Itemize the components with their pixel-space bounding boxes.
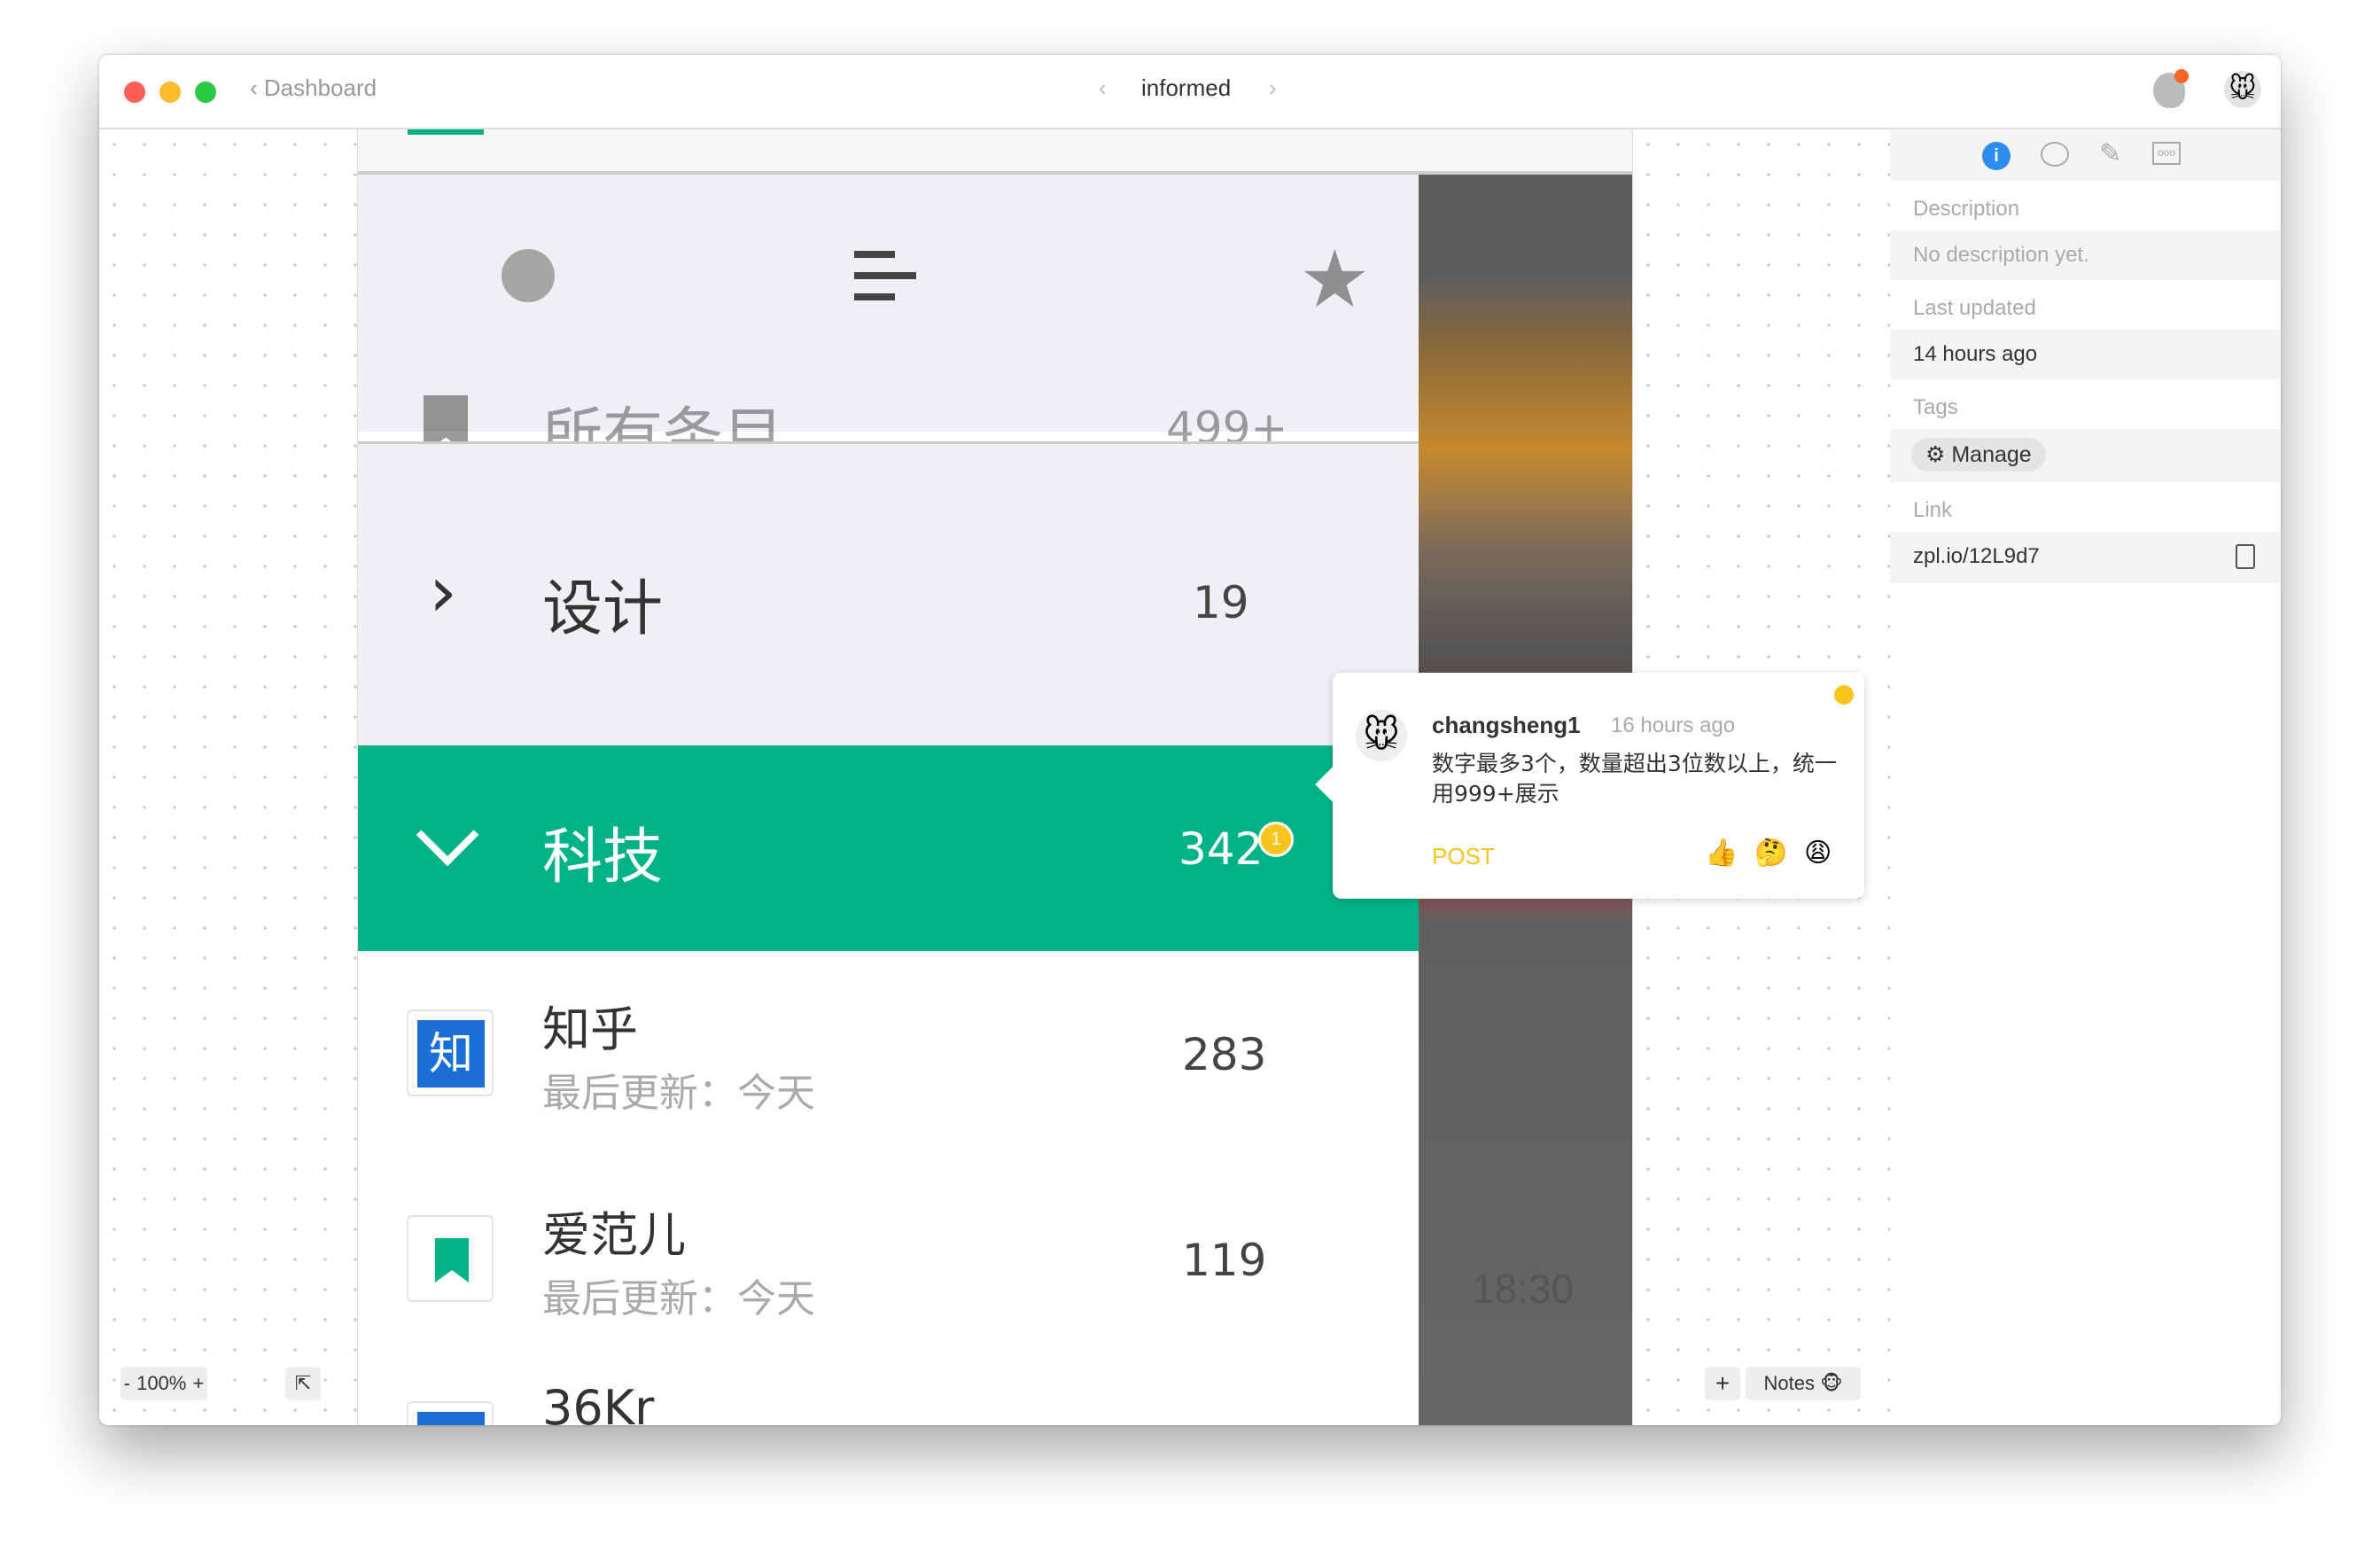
zoom-in-button[interactable]: + bbox=[193, 1367, 205, 1400]
comment-icon[interactable]: ooo bbox=[2152, 142, 2181, 165]
updated-label: Last updated bbox=[1913, 296, 2036, 320]
feed-subtitle: 最后更新：今天 bbox=[542, 1071, 815, 1116]
zoom-control: - 100% + bbox=[121, 1367, 207, 1400]
notes-button[interactable]: Notes 🐵 bbox=[1746, 1367, 1861, 1400]
gear-icon: ⚙ bbox=[1925, 442, 1952, 467]
row-count: 19 bbox=[1193, 577, 1249, 628]
zhihu-logo: 知 bbox=[407, 1010, 494, 1096]
image-time: 18:30 bbox=[1472, 1266, 1575, 1312]
canvas-left bbox=[99, 129, 357, 1425]
feed-subtitle: 最后更新：今天 bbox=[542, 1276, 815, 1321]
thinking-reaction[interactable]: 🤔 bbox=[1754, 838, 1787, 869]
post-button[interactable]: POST bbox=[1432, 843, 1495, 870]
active-tab-indicator bbox=[408, 129, 484, 135]
notification-dot bbox=[2174, 69, 2189, 83]
menu-icon[interactable] bbox=[854, 251, 916, 304]
knife-icon[interactable]: ✎ bbox=[2099, 138, 2121, 169]
description-label: Description bbox=[1913, 197, 2020, 221]
bookmark-logo bbox=[407, 1215, 494, 1302]
row-label: 科技 bbox=[542, 822, 664, 893]
tags-label: Tags bbox=[1913, 395, 1958, 419]
comment-author: changsheng1 bbox=[1432, 712, 1581, 738]
zoom-out-button[interactable]: - bbox=[124, 1367, 130, 1400]
next-screen-button[interactable]: › bbox=[1269, 74, 1277, 102]
comment-time: 16 hours ago bbox=[1611, 713, 1736, 737]
inspector-panel: i ✎ ooo Description No description yet. … bbox=[1890, 129, 2281, 1425]
drawer-row-design[interactable]: › 设计 19 bbox=[358, 444, 1419, 745]
36kr-logo: Kr bbox=[407, 1401, 494, 1425]
info-icon[interactable]: i bbox=[1982, 142, 2011, 170]
screen-title: informed bbox=[1141, 74, 1232, 101]
top-strip bbox=[358, 129, 1632, 175]
thumbs-up-reaction[interactable]: 👍 bbox=[1705, 838, 1738, 869]
row-count: 342 bbox=[1178, 823, 1264, 875]
maximize-button[interactable] bbox=[195, 82, 216, 103]
minimize-button[interactable] bbox=[159, 82, 181, 103]
feed-name: 36Kr bbox=[542, 1380, 655, 1425]
link-value[interactable]: zpl.io/12L9d7 bbox=[1913, 544, 2040, 568]
row-label: 设计 bbox=[542, 574, 664, 644]
weary-reaction[interactable]: 😩 bbox=[1804, 838, 1832, 869]
feed-count: 26 bbox=[1191, 1419, 1248, 1425]
chevron-down-icon bbox=[416, 803, 479, 867]
manage-tags-button[interactable]: ⚙ Manage bbox=[1911, 438, 2046, 472]
star-icon[interactable]: ★ bbox=[1299, 233, 1371, 326]
updated-value: 14 hours ago bbox=[1890, 330, 2281, 379]
feed-name: 知乎 bbox=[542, 1002, 638, 1057]
comment-badge[interactable]: 1 bbox=[1258, 822, 1294, 857]
user-avatar[interactable]: 🐭 bbox=[2224, 71, 2261, 108]
close-button[interactable] bbox=[124, 82, 145, 103]
chevron-left-icon: ‹ bbox=[250, 74, 264, 101]
unread-dot bbox=[1834, 685, 1854, 705]
feed-name: 爱范儿 bbox=[542, 1207, 686, 1263]
palette-icon[interactable] bbox=[2041, 142, 2069, 167]
manage-label: Manage bbox=[1951, 442, 2032, 467]
link-label: Link bbox=[1913, 498, 1953, 522]
feed-item-36kr[interactable]: Kr 36Kr 26 bbox=[358, 1362, 1419, 1425]
copy-icon[interactable] bbox=[2236, 544, 2255, 569]
feed-count: 119 bbox=[1182, 1235, 1267, 1286]
notes-label: Notes bbox=[1763, 1372, 1815, 1394]
feed-item-ifanr[interactable]: 爱范儿 最后更新：今天 119 bbox=[358, 1157, 1419, 1362]
add-note-button[interactable]: + bbox=[1705, 1367, 1740, 1400]
avatar-placeholder[interactable] bbox=[502, 249, 555, 302]
back-label: Dashboard bbox=[263, 74, 377, 101]
drawer-row-tech[interactable]: 科技 342 1 bbox=[358, 745, 1419, 951]
link-row: zpl.io/12L9d7 bbox=[1890, 532, 2281, 583]
comment-popover: 🐭 changsheng1 16 hours ago 数字最多3个，数量超出3位… bbox=[1315, 673, 1864, 899]
description-value[interactable]: No description yet. bbox=[1890, 230, 2281, 280]
commenter-avatar: 🐭 bbox=[1356, 710, 1407, 761]
feed-count: 283 bbox=[1182, 1029, 1267, 1080]
comment-text: 数字最多3个，数量超出3位数以上，统一用999+展示 bbox=[1432, 751, 1837, 807]
monkey-icon: 🐵 bbox=[1820, 1372, 1843, 1394]
back-button[interactable]: ‹ Dashboard bbox=[250, 74, 377, 102]
feed-item-zhihu[interactable]: 知 知乎 最后更新：今天 283 bbox=[358, 951, 1419, 1157]
inspector-tabs: i ✎ ooo bbox=[1890, 129, 2281, 181]
titlebar: ‹ Dashboard ‹ informed › 🐭 bbox=[99, 55, 2281, 129]
zoom-level: 100% bbox=[136, 1372, 187, 1394]
chevron-right-icon: › bbox=[429, 550, 457, 633]
export-icon[interactable]: ⇱ bbox=[285, 1367, 321, 1400]
prev-screen-button[interactable]: ‹ bbox=[1099, 74, 1107, 102]
app-window: ‹ Dashboard ‹ informed › 🐭 18:30 ★ 所有条目 … bbox=[99, 55, 2281, 1425]
tags-row: ⚙ Manage bbox=[1890, 429, 2281, 482]
